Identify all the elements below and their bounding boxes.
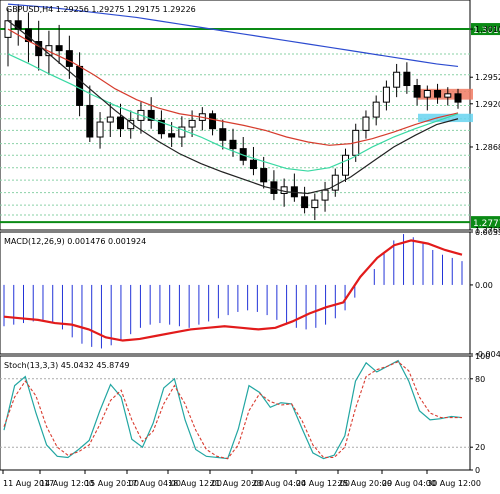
candle [311,199,319,209]
candle [55,45,63,52]
candle [342,154,349,176]
price-title: GBPUSD,H4 1.29256 1.29275 1.29175 1.2922… [6,5,196,14]
candle [168,133,176,138]
candle [209,113,217,130]
macd-y-tick-label: 0.00 [475,281,493,290]
x-tick-label: 30 Aug 12:00 [427,479,481,488]
candle [434,90,442,98]
candle [331,174,339,191]
candle [270,181,278,194]
candle [229,139,237,150]
stoch-title: Stoch(13,3,3) 45.0432 45.8749 [4,361,130,370]
y-tick-label: 1.30100 [475,25,500,34]
candle [86,104,94,138]
price-pane: 1.301001.27775GBPUSD,H4 1.29256 1.29275 … [0,0,500,235]
y-tick-label: 1.29200 [475,100,500,109]
candle [423,90,431,98]
candle [301,196,309,209]
candle [454,93,462,103]
trading-chart: 1.301001.27775GBPUSD,H4 1.29256 1.29275 … [0,0,500,490]
price-pane-frame [0,0,471,231]
candle [106,116,114,123]
macd-pane-frame [0,231,471,355]
candle [249,159,257,170]
chart-svg: 1.301001.27775GBPUSD,H4 1.29256 1.29275 … [0,0,500,488]
stoch-y-tick-label: 100 [475,352,490,361]
stoch-y-tick-label: 20 [475,443,485,452]
x-axis: 11 Aug 201714 Aug 12:0015 Aug 20:0017 Au… [2,470,481,488]
candle [65,50,73,67]
candle [372,101,380,118]
candle [362,116,370,131]
candle [260,168,268,183]
candle [444,93,452,98]
macd-y-tick-label: 0.003331 [475,228,500,237]
candle [413,85,421,98]
stoch-y-tick-label: 0 [475,466,480,475]
candle [117,116,124,130]
macd-title: MACD(12,26,9) 0.001476 0.001924 [4,237,146,246]
macd-pane: MACD(12,26,9) 0.001476 0.001924 0.003331 0… [0,228,500,359]
stoch-y-tick-label: 80 [475,375,485,384]
candle [188,119,196,128]
candle [219,128,227,141]
candle [403,71,411,87]
candle [321,189,329,201]
candle [96,121,104,138]
stoch-pane-frame [0,355,471,471]
y-tick-label: 1.29520 [475,73,500,82]
candle [382,86,390,103]
y-tick-label: 1.28680 [475,143,500,152]
candle [393,71,401,88]
candle [14,20,22,30]
candle [76,65,84,106]
stoch-pane: Stoch(13,3,3) 45.0432 45.8749 100 80 20 0 [0,352,490,475]
